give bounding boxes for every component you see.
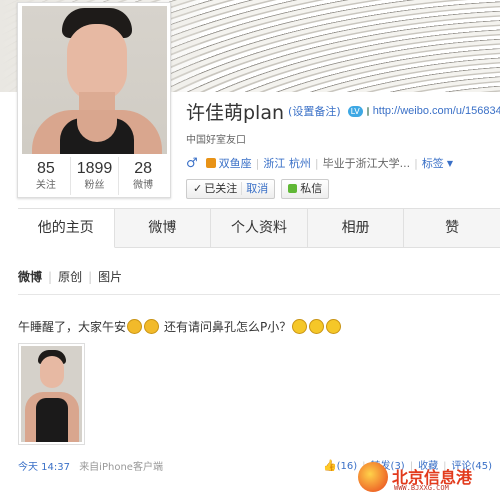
- dizzy-emoji-icon: [309, 319, 325, 334]
- profile-tabs: 他的主页 微博 个人资料 相册 赞: [18, 208, 500, 248]
- post-source: 来自iPhone客户端: [79, 462, 163, 473]
- zodiac-icon: [205, 158, 216, 168]
- thumbs-up-icon[interactable]: 👍: [323, 459, 337, 472]
- avatar[interactable]: [22, 6, 167, 154]
- dizzy-emoji-icon: [292, 319, 308, 334]
- tab-likes[interactable]: 赞: [404, 209, 500, 247]
- message-icon: [288, 184, 298, 193]
- male-icon: ♂: [186, 155, 198, 171]
- feed-filter: 微博 | 原创 | 图片: [18, 270, 123, 284]
- stat-posts[interactable]: 28 微博: [119, 157, 167, 195]
- profile-url[interactable]: http://weibo.com/u/1568347: [373, 105, 500, 117]
- watermark-logo-icon: [358, 462, 388, 492]
- tab-weibo[interactable]: 微博: [115, 209, 212, 247]
- watermark: 北京信息港 WWW.BJXXG.COM: [356, 460, 500, 497]
- filter-original[interactable]: 原创: [58, 270, 82, 284]
- profile-stats: 85 关注 1899 粉丝 28 微博: [22, 157, 167, 195]
- stat-following[interactable]: 85 关注: [22, 157, 71, 195]
- unfollow-link[interactable]: 取消: [241, 182, 269, 195]
- filter-all[interactable]: 微博: [18, 270, 42, 284]
- zodiac-link[interactable]: 双鱼座: [219, 155, 252, 171]
- check-icon: ✓: [193, 182, 203, 195]
- location-link[interactable]: 浙江 杭州: [263, 155, 311, 171]
- post-time[interactable]: 今天 14:37: [18, 462, 70, 473]
- education-text[interactable]: 毕业于浙江大学...: [323, 155, 411, 171]
- chevron-down-icon[interactable]: ▼: [447, 159, 453, 168]
- level-badge[interactable]: LV: [347, 105, 363, 117]
- surprised-emoji-icon: [326, 319, 342, 334]
- set-remark-link[interactable]: (设置备注): [288, 103, 341, 119]
- tags-link[interactable]: 标签: [422, 155, 444, 171]
- profile-tagline: 中国好室友口: [186, 135, 246, 146]
- profile-name: 许佳萌plan: [186, 101, 285, 124]
- follow-status-button[interactable]: ✓ 已关注 取消: [186, 179, 276, 199]
- tab-profile[interactable]: 个人资料: [211, 209, 308, 247]
- post-text: 午睡醒了，大家午安 还有请问鼻孔怎么P小？: [18, 318, 342, 335]
- post-image-thumbnail[interactable]: [18, 343, 85, 445]
- like-count[interactable]: (16): [337, 461, 358, 472]
- laugh-emoji-icon: [127, 319, 143, 334]
- divider: [18, 294, 500, 295]
- post-meta: 今天 14:37 来自iPhone客户端: [18, 458, 163, 473]
- avatar-card: 85 关注 1899 粉丝 28 微博: [17, 2, 171, 198]
- profile-info: 许佳萌plan (设置备注) LV http://weibo.com/u/156…: [186, 98, 500, 199]
- link-icon: [366, 106, 369, 116]
- stat-followers[interactable]: 1899 粉丝: [71, 157, 120, 195]
- filter-images[interactable]: 图片: [98, 270, 122, 284]
- tab-home[interactable]: 他的主页: [18, 209, 115, 248]
- tab-album[interactable]: 相册: [308, 209, 405, 247]
- message-button[interactable]: 私信: [281, 179, 330, 199]
- laugh-emoji-icon: [144, 319, 160, 334]
